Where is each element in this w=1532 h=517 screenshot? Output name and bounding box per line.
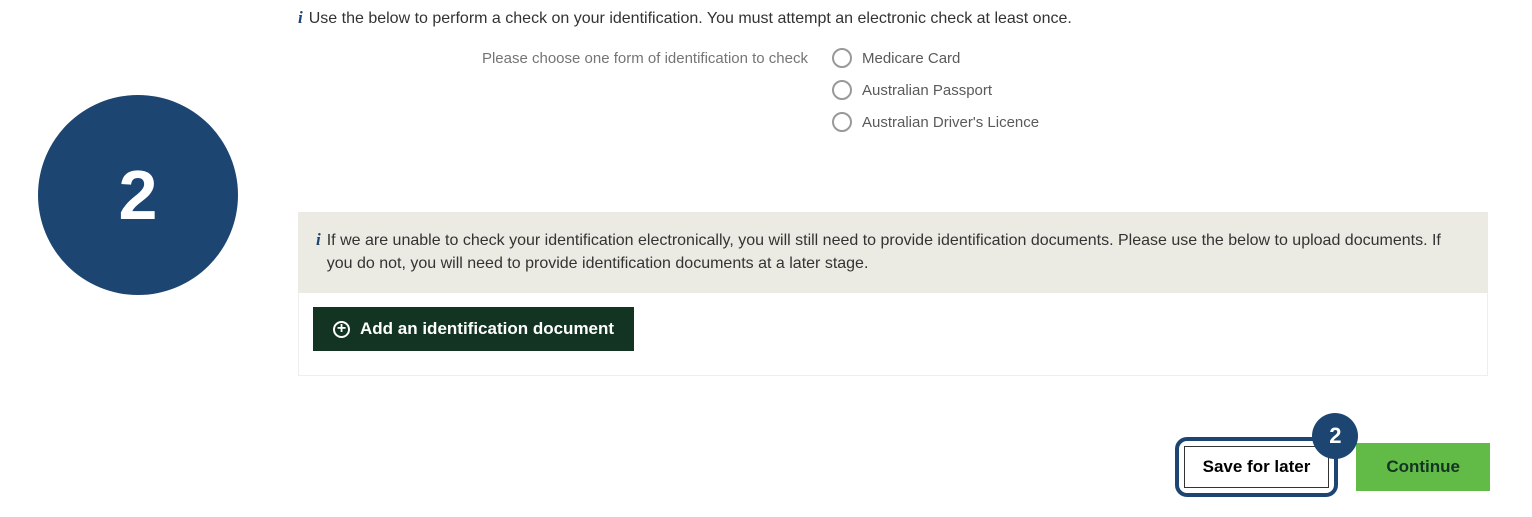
save-highlight: Save for later 2: [1175, 437, 1339, 497]
callout-badge: 2: [1312, 413, 1358, 459]
radio-label: Australian Driver's Licence: [862, 114, 1039, 131]
step-number: 2: [119, 155, 158, 235]
continue-button[interactable]: Continue: [1356, 443, 1490, 491]
add-document-button[interactable]: + Add an identification document: [313, 307, 634, 351]
callout-number: 2: [1329, 423, 1341, 449]
upload-instruction-box: i If we are unable to check your identif…: [298, 212, 1488, 293]
info-icon: i: [316, 230, 321, 250]
save-label: Save for later: [1203, 457, 1311, 476]
radio-group-label: Please choose one form of identification…: [298, 48, 808, 132]
instruction-text-2: If we are unable to check your identific…: [327, 230, 1470, 275]
add-document-label: Add an identification document: [360, 319, 614, 339]
info-icon: i: [298, 8, 303, 28]
save-for-later-button[interactable]: Save for later: [1184, 446, 1330, 488]
radio-medicare[interactable]: Medicare Card: [832, 48, 1039, 68]
identification-selector: Please choose one form of identification…: [298, 48, 1488, 132]
plus-circle-icon: +: [333, 321, 350, 338]
continue-label: Continue: [1386, 457, 1460, 476]
radio-options: Medicare Card Australian Passport Austra…: [832, 48, 1039, 132]
content-area: i Use the below to perform a check on yo…: [298, 8, 1488, 376]
instruction-text-1: Use the below to perform a check on your…: [309, 8, 1072, 30]
radio-licence[interactable]: Australian Driver's Licence: [832, 112, 1039, 132]
radio-label: Medicare Card: [862, 50, 960, 67]
radio-passport[interactable]: Australian Passport: [832, 80, 1039, 100]
radio-label: Australian Passport: [862, 82, 992, 99]
radio-icon: [832, 48, 852, 68]
step-badge-large: 2: [38, 95, 238, 295]
upload-area: + Add an identification document: [298, 293, 1488, 376]
instruction-row-2: i If we are unable to check your identif…: [316, 230, 1470, 275]
action-buttons: Save for later 2 Continue: [1175, 437, 1490, 497]
radio-icon: [832, 112, 852, 132]
radio-icon: [832, 80, 852, 100]
instruction-row-1: i Use the below to perform a check on yo…: [298, 8, 1488, 30]
